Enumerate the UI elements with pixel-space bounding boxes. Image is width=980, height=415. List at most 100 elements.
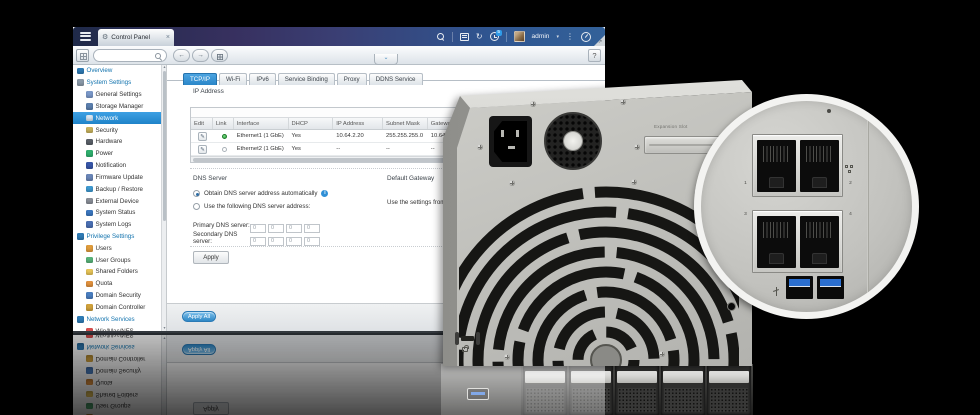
ethernet-port-1 [757, 140, 796, 192]
dashboard-icon[interactable] [581, 32, 591, 42]
cell: Ethernet1 (1 GbE) [234, 130, 289, 142]
apps-grid-button[interactable] [76, 49, 89, 62]
tab-wi-fi[interactable]: Wi-Fi [219, 73, 247, 85]
sidebar-item-domain-security[interactable]: Domain Security [73, 290, 166, 302]
more-icon[interactable]: ⋮ [566, 33, 574, 41]
sidebar-scrollbar[interactable]: ▲ ▼ [161, 65, 166, 331]
tab-ipv6[interactable]: IPv6 [249, 73, 275, 85]
shared-folders-icon [86, 391, 93, 398]
main-menu-icon[interactable] [80, 32, 91, 41]
sidebar-item-label: Notification [96, 162, 127, 169]
column-header-subnet-mask[interactable]: Subnet Mask [383, 118, 428, 129]
sidebar-item-label: Firmware Update [96, 174, 143, 181]
resize-corner[interactable]: ↗ [594, 35, 605, 46]
cell: 255.255.255.0 [383, 130, 428, 142]
sync-icon[interactable]: ↻ [476, 33, 483, 41]
secondary-dns-octet-3[interactable] [286, 237, 302, 246]
sidebar-item-general-settings[interactable]: General Settings [73, 89, 166, 101]
sidebar-item-notification[interactable]: Notification [73, 160, 166, 172]
network-services-icon [77, 316, 84, 323]
forward-button[interactable]: → [192, 49, 209, 62]
sidebar-item-label: External Device [96, 198, 139, 205]
sidebar-item-users[interactable]: Users [73, 242, 166, 254]
sidebar-item-power[interactable]: Power [73, 148, 166, 160]
screw [509, 180, 515, 186]
sidebar-item-label: Storage Manager [96, 103, 144, 110]
secondary-dns-octet-2[interactable] [268, 237, 284, 246]
background-tasks-icon[interactable] [460, 33, 469, 41]
tab-control-panel[interactable]: ⚙ Control Panel × [98, 29, 174, 46]
column-header-dhcp[interactable]: DHCP [289, 118, 334, 129]
sidebar-item-system-settings[interactable]: System Settings [73, 77, 166, 89]
secondary-dns-octet-4[interactable] [304, 237, 320, 246]
edit-icon[interactable]: ✎ [198, 132, 207, 141]
security-icon [86, 127, 93, 134]
search-icon[interactable] [155, 53, 162, 60]
screw [477, 144, 483, 150]
sidebar-item-win-mac-nfs[interactable]: Win/Mac/NFS [73, 325, 166, 331]
titlebar: ⚙ Control Panel × ↻ 5 admin ▾ ⋮ ↗ [73, 27, 605, 46]
cell: Yes [289, 143, 334, 155]
dns-apply-button[interactable]: Apply [193, 251, 229, 264]
tab-service-binding[interactable]: Service Binding [278, 73, 335, 85]
search-icon[interactable] [437, 33, 445, 41]
sidebar-item-network-services[interactable]: Network Services [73, 313, 166, 325]
sidebar-item-firmware-update[interactable]: Firmware Update [73, 171, 166, 183]
magnifier-circle: 1 2 3 4 [694, 94, 919, 319]
sidebar-item-overview[interactable]: Overview [73, 65, 166, 77]
sidebar-item-hardware[interactable]: Hardware [73, 136, 166, 148]
column-header-edit[interactable]: Edit [191, 118, 213, 129]
lan-port-plate-top [752, 134, 843, 197]
scrollbar-thumb[interactable] [163, 71, 167, 221]
sidebar-item-backup-restore[interactable]: Backup / Restore [73, 183, 166, 195]
sidebar-item-label: Privilege Settings [87, 233, 135, 240]
dns-manual-label: Use the following DNS server address: [204, 203, 310, 210]
sidebar-item-privilege-settings[interactable]: Privilege Settings [73, 231, 166, 243]
apply-all-button[interactable]: Apply All [182, 311, 216, 322]
column-header-ip-address[interactable]: IP Address [333, 118, 383, 129]
dns-manual-radio[interactable] [193, 203, 200, 210]
screw [631, 179, 637, 185]
back-button[interactable]: ← [173, 49, 190, 62]
secondary-dns-octet-1[interactable] [250, 237, 266, 246]
sidebar-item-label: Users [96, 245, 112, 252]
view-grid-button[interactable] [211, 49, 228, 62]
domain-controller-icon [86, 304, 93, 311]
usb3-port-2 [817, 276, 844, 299]
column-header-interface[interactable]: Interface [234, 118, 289, 129]
panel-seam [867, 111, 869, 311]
close-icon[interactable]: × [166, 34, 170, 41]
sidebar-item-system-logs[interactable]: System Logs [73, 219, 166, 231]
search-input[interactable] [99, 51, 155, 61]
sidebar-item-quota[interactable]: Quota [73, 278, 166, 290]
cell: -- [333, 143, 383, 155]
sidebar-item-domain-controller[interactable]: Domain Controller [73, 302, 166, 314]
sidebar-item-shared-folders[interactable]: Shared Folders [73, 266, 166, 278]
column-header-link[interactable]: Link [213, 118, 234, 129]
help-button[interactable]: ? [588, 49, 601, 62]
notifications-icon[interactable]: 5 [490, 32, 499, 41]
sidebar-item-storage-manager[interactable]: Storage Manager [73, 100, 166, 112]
storage-manager-icon [86, 103, 93, 110]
sidebar-item-system-status[interactable]: System Status [73, 207, 166, 219]
sidebar-item-security[interactable]: Security [73, 124, 166, 136]
screw [659, 351, 665, 357]
port-label-3: 3 [742, 211, 749, 218]
dns-apply-button: Apply [193, 402, 229, 415]
sidebar-item-user-groups[interactable]: User Groups [73, 254, 166, 266]
chevron-down-icon[interactable]: ▾ [556, 34, 559, 40]
tab-proxy[interactable]: Proxy [337, 73, 367, 85]
fan-sticker [563, 131, 583, 151]
info-icon[interactable]: i [321, 190, 328, 197]
collapse-panel-button[interactable]: ⌄ [374, 54, 398, 65]
avatar[interactable] [514, 31, 525, 42]
tab-ddns-service[interactable]: DDNS Service [369, 73, 423, 85]
dns-auto-radio[interactable] [193, 190, 200, 197]
sidebar-item-network[interactable]: Network [73, 112, 166, 124]
user-groups-icon [86, 257, 93, 264]
sidebar-item-external-device[interactable]: External Device [73, 195, 166, 207]
admin-menu[interactable]: admin [532, 33, 550, 40]
edit-icon[interactable]: ✎ [198, 145, 207, 154]
tab-tcp-ip[interactable]: TCP/IP [183, 73, 217, 85]
window-toolbar: ← → ? [73, 46, 605, 65]
